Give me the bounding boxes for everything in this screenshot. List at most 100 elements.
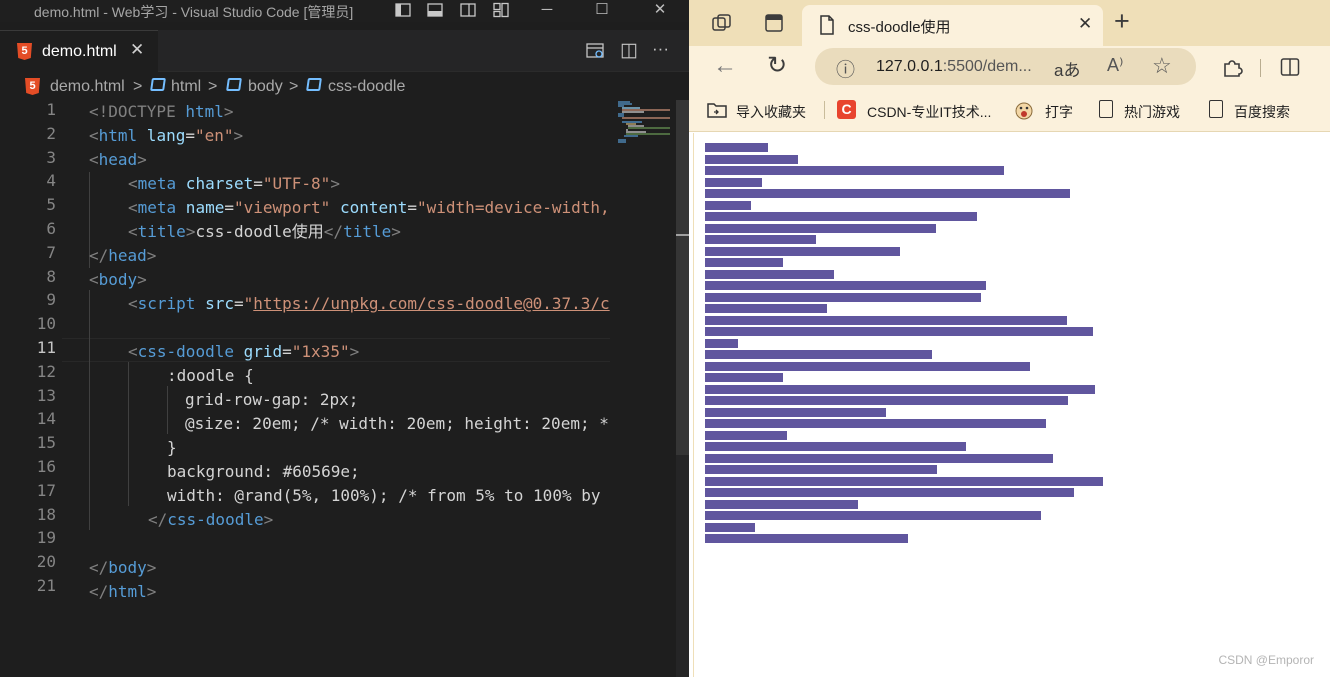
editor-scrollbar-thumb[interactable] <box>676 100 689 455</box>
code-line-21: </html> <box>89 582 157 601</box>
doodle-bar <box>705 442 967 451</box>
line-number: 21 <box>36 576 56 595</box>
immersive-reader-icon[interactable]: aあ <box>1054 56 1080 81</box>
html5-file-icon: 5 <box>17 43 32 60</box>
favorite-csdn[interactable]: CSDN-专业IT技术... <box>867 102 991 122</box>
workspaces-icon[interactable] <box>711 13 733 33</box>
toggle-sidebar-icon[interactable] <box>395 2 411 18</box>
browser-toolbar: ← ↻ ⓘ 127.0.0.1:5500/dem... aあ A⁾ ☆ <box>689 46 1330 88</box>
vscode-window: demo.html - Web学习 - Visual Studio Code [… <box>0 0 689 677</box>
refresh-icon[interactable]: ↻ <box>767 51 787 80</box>
doodle-bar <box>705 269 834 279</box>
tab-label: demo.html <box>42 43 117 60</box>
code-line-9: <script src="https://unpkg.com/css-doodl… <box>128 294 610 313</box>
open-preview-icon[interactable] <box>586 42 604 60</box>
doodle-bar <box>705 476 1103 486</box>
page-icon <box>1099 100 1113 118</box>
favorite-star-icon[interactable]: ☆ <box>1152 53 1172 79</box>
new-tab-icon[interactable]: + <box>1114 6 1130 37</box>
indent-guide <box>167 386 168 434</box>
toolbar-divider <box>1260 59 1261 77</box>
line-number: 12 <box>36 361 56 381</box>
favorite-import[interactable]: 导入收藏夹 <box>736 102 806 122</box>
doodle-bar <box>705 154 798 164</box>
tab-close-icon[interactable]: ✕ <box>130 40 144 60</box>
vscode-titlebar: demo.html - Web学习 - Visual Studio Code [… <box>0 0 689 22</box>
site-info-icon[interactable]: ⓘ <box>836 55 855 82</box>
read-aloud-icon[interactable]: A⁾ <box>1107 55 1123 76</box>
code-line-8: <body> <box>89 270 147 289</box>
line-number: 8 <box>46 266 56 286</box>
doodle-bar <box>705 200 751 210</box>
indent-guide <box>128 362 129 506</box>
line-number: 2 <box>46 123 56 143</box>
minimap-preview <box>618 101 670 143</box>
breadcrumb-item-body[interactable]: body <box>248 78 283 96</box>
breadcrumb-item-html[interactable]: html <box>171 78 201 96</box>
customize-layout-icon[interactable] <box>493 2 509 18</box>
doodle-bar <box>705 189 1070 198</box>
code-line-2: <html lang="en"> <box>89 126 244 145</box>
line-number: 15 <box>36 433 56 453</box>
doodle-bar <box>705 465 938 474</box>
code-line-11: <css-doodle grid="1x35"> <box>128 342 360 361</box>
page-content: CSDN @Emporor <box>693 133 1330 677</box>
split-editor-icon[interactable]: ◫ <box>620 39 638 62</box>
code-line-6: <title>css-doodle使用</title> <box>128 222 401 241</box>
doodle-bar <box>705 407 886 417</box>
browser-tab-close-icon[interactable]: ✕ <box>1078 14 1092 34</box>
code-line-15: } <box>167 438 177 457</box>
toggle-secondary-sidebar-icon[interactable] <box>460 2 476 18</box>
minimap[interactable] <box>610 100 676 677</box>
favorite-games[interactable]: 热门游戏 <box>1124 102 1180 122</box>
doodle-bar <box>705 212 977 221</box>
tab-demo-html[interactable]: 5 demo.html ✕ <box>0 30 158 72</box>
doodle-bar <box>705 373 783 382</box>
doodle-bar <box>705 246 900 256</box>
breadcrumb-file[interactable]: demo.html <box>50 78 125 96</box>
more-actions-icon[interactable]: ··· <box>652 39 669 59</box>
line-number: 9 <box>46 290 56 310</box>
doodle-bar <box>705 166 1004 175</box>
breadcrumb-separator: > <box>208 78 218 95</box>
line-number: 11 <box>36 338 56 357</box>
doodle-bar <box>705 396 1068 405</box>
toggle-panel-icon[interactable] <box>427 2 443 18</box>
favorite-baidu[interactable]: 百度搜索 <box>1234 102 1290 122</box>
code-line-7: </head> <box>89 246 157 265</box>
address-url[interactable]: 127.0.0.1:5500/dem... <box>876 58 1032 76</box>
minimize-button[interactable]: ─ <box>524 0 570 22</box>
code-line-18: </css-doodle> <box>148 510 274 529</box>
extensions-icon[interactable] <box>1221 56 1243 78</box>
line-number: 6 <box>46 219 56 238</box>
code-line-13: grid-row-gap: 2px; <box>185 390 359 409</box>
doodle-bar <box>705 511 1041 520</box>
doodle-bar <box>705 522 756 532</box>
doodle-bar <box>705 534 908 543</box>
doodle-bar <box>705 258 784 267</box>
split-screen-icon[interactable] <box>1280 57 1300 77</box>
doodle-bar <box>705 499 858 509</box>
element-icon <box>226 78 242 91</box>
address-bar[interactable]: ⓘ 127.0.0.1:5500/dem... aあ A⁾ ☆ <box>815 48 1196 85</box>
browser-tabstrip: css-doodle使用 ✕ + <box>689 0 1330 46</box>
close-window-button[interactable]: ✕ <box>637 0 683 22</box>
browser-tab-active[interactable]: css-doodle使用 ✕ <box>802 5 1103 46</box>
doodle-bar <box>705 235 816 244</box>
back-icon[interactable]: ← <box>713 52 737 80</box>
doodle-bar <box>705 350 932 359</box>
code-editor[interactable]: 1 2 3 4 5 6 7 8 9 10 11 12 13 14 15 16 17 18 19 20 21 <!DOCT… <box>0 100 610 677</box>
line-number: 20 <box>36 552 56 572</box>
line-number: 18 <box>36 504 56 524</box>
favorite-typing[interactable]: 打字 <box>1045 102 1073 122</box>
maximize-button[interactable]: ☐ <box>579 0 625 22</box>
line-number: 16 <box>36 457 56 476</box>
doodle-bar <box>705 292 982 302</box>
page-icon <box>820 15 834 35</box>
breadcrumb-item-css-doodle[interactable]: css-doodle <box>328 78 405 96</box>
window-title: demo.html - Web学习 - Visual Studio Code [… <box>34 4 354 20</box>
tab-actions-icon[interactable] <box>764 13 784 33</box>
doodle-bar <box>705 223 936 233</box>
typing-site-icon <box>1015 102 1033 120</box>
csdn-watermark: CSDN @Emporor <box>1218 653 1314 667</box>
